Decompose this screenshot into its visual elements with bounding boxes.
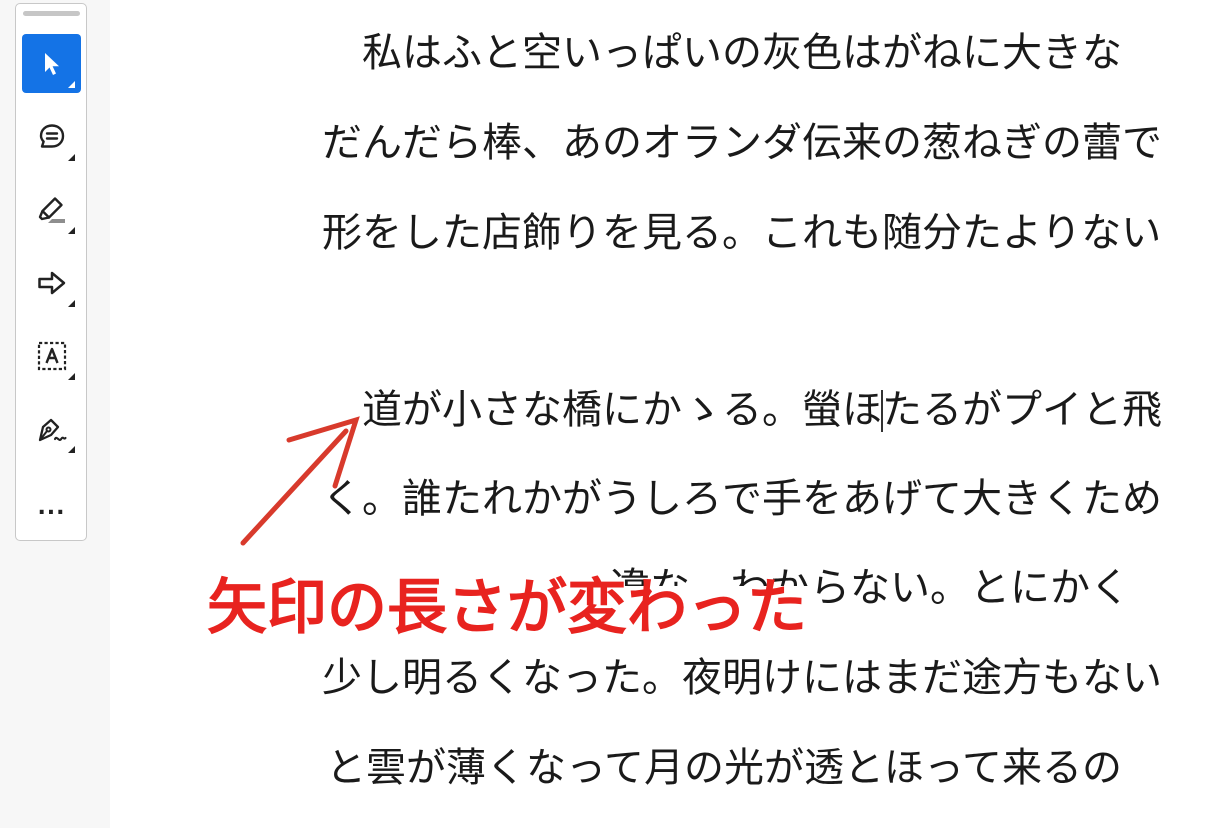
red-annotation-label: 矢印の長さが変わった: [207, 573, 807, 643]
arrow-shaft: [240, 428, 349, 546]
arrow-annotation[interactable]: [0, 0, 1215, 828]
